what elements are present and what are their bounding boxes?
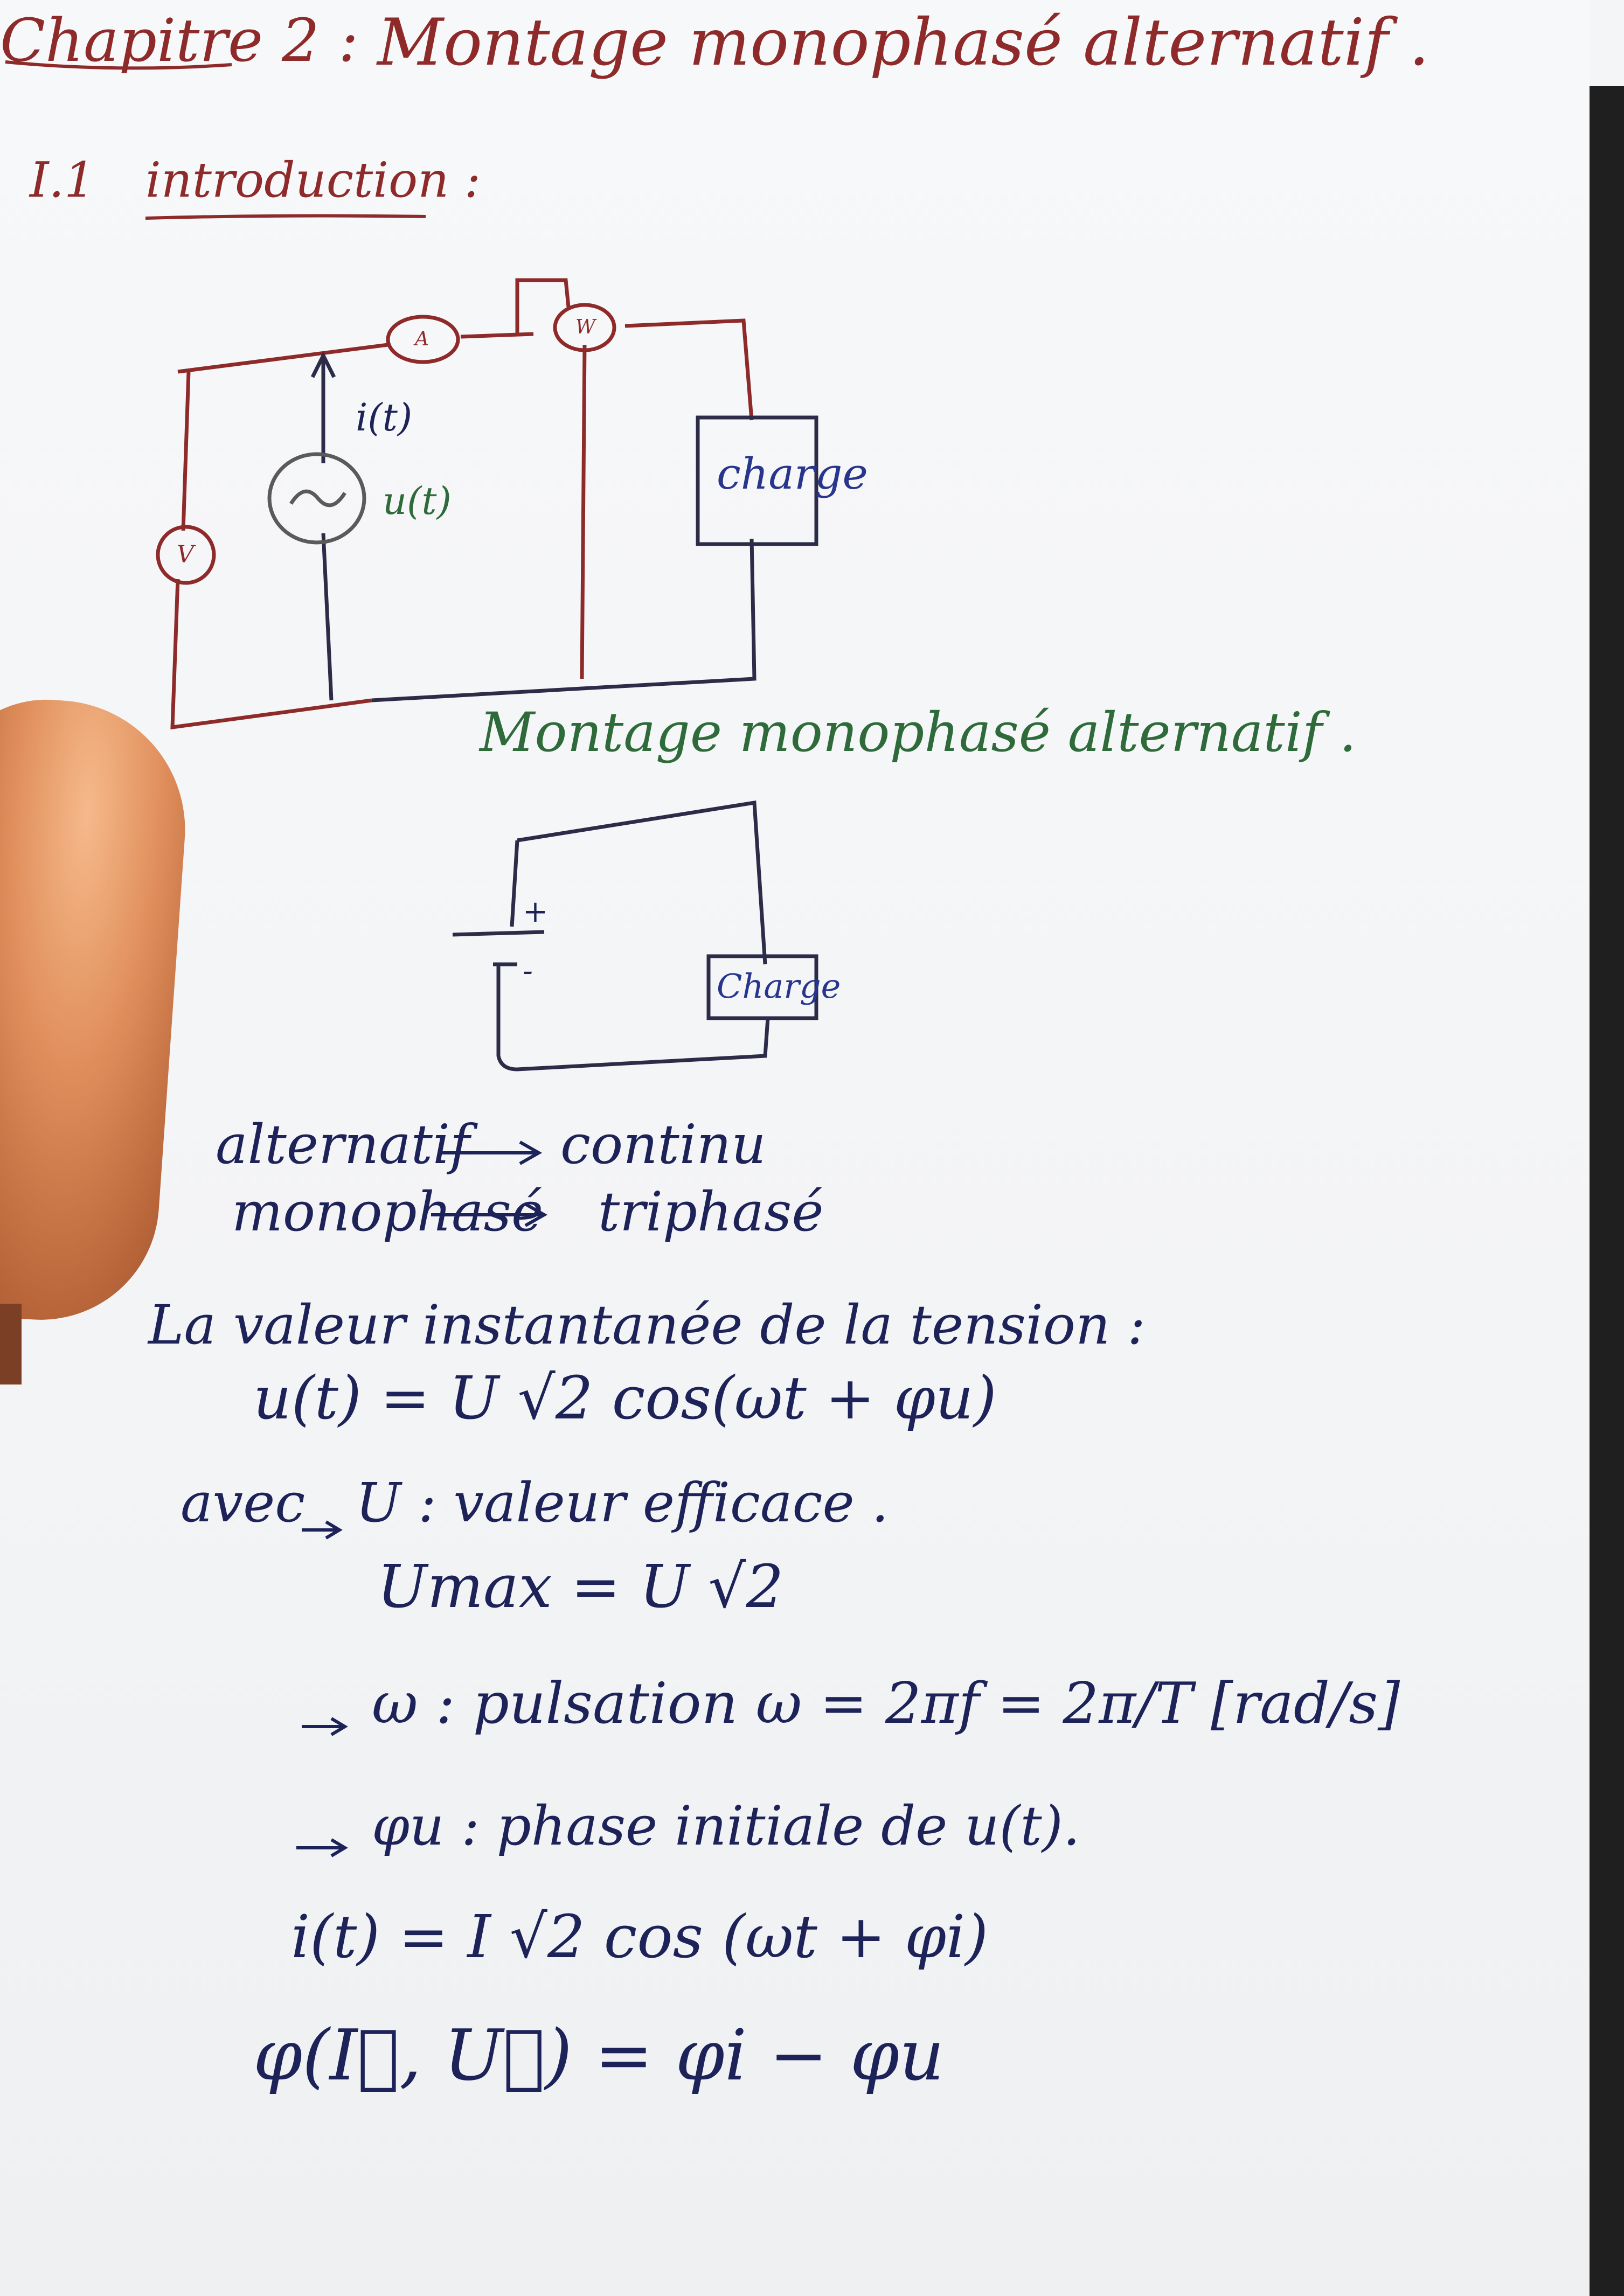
- chapter-underline: [5, 60, 232, 70]
- battery-minus: -: [523, 954, 533, 989]
- equation-i: i(t) = I √2 cos (ωt + φi): [291, 1902, 989, 1971]
- umax-equation: Umax = U √2: [377, 1552, 784, 1621]
- wire-wattmeter-loop: [515, 278, 571, 334]
- section-underline: [145, 214, 426, 220]
- wattmeter-label: W: [575, 316, 596, 338]
- equation-phi: φ(I⃗, U⃗) = φi − φu: [253, 2014, 945, 2096]
- wire-outer-left: [170, 371, 372, 730]
- notes-heading: La valeur instantanée de la tension :: [148, 1293, 1146, 1356]
- current-arrow: [310, 351, 336, 442]
- load-label-1: charge: [717, 449, 868, 499]
- diagram1-caption: Montage monophasé alternatif .: [480, 701, 1357, 764]
- circuit-diagram-1: [156, 278, 818, 730]
- wire-top: [517, 800, 767, 965]
- phi-arrow: [296, 1838, 348, 1857]
- term-monophase: monophasé: [232, 1180, 544, 1243]
- wire-mid-red: [580, 344, 587, 679]
- ammeter-label: A: [415, 328, 429, 350]
- avec-label: avec: [181, 1471, 306, 1534]
- wire-bottom: [371, 538, 757, 702]
- battery-plate-long: [452, 930, 545, 937]
- omega-arrow: [302, 1717, 348, 1736]
- avec-arrow: [302, 1520, 343, 1540]
- ac-sine: [289, 489, 346, 507]
- circuit-diagram-2: [452, 800, 818, 1072]
- source-label: u(t): [383, 479, 452, 523]
- u-definition: U : valeur efficace .: [356, 1471, 889, 1534]
- battery-plus: +: [523, 894, 548, 929]
- omega-definition: ω : pulsation ω = 2πf = 2π/T [rad/s]: [372, 1671, 1400, 1736]
- voltmeter-label: V: [177, 541, 194, 568]
- phi-definition: φu : phase initiale de u(t).: [372, 1794, 1080, 1857]
- wire-left-red: [177, 318, 754, 421]
- current-label: i(t): [356, 395, 413, 440]
- term-continu: continu: [560, 1113, 766, 1176]
- load-label-2: Charge: [717, 966, 841, 1006]
- term-triphase: triphasé: [598, 1180, 824, 1243]
- term-alternatif: alternatif: [216, 1113, 470, 1176]
- wire-left: [510, 840, 519, 927]
- equation-u: u(t) = U √2 cos(ωt + φu): [253, 1363, 997, 1432]
